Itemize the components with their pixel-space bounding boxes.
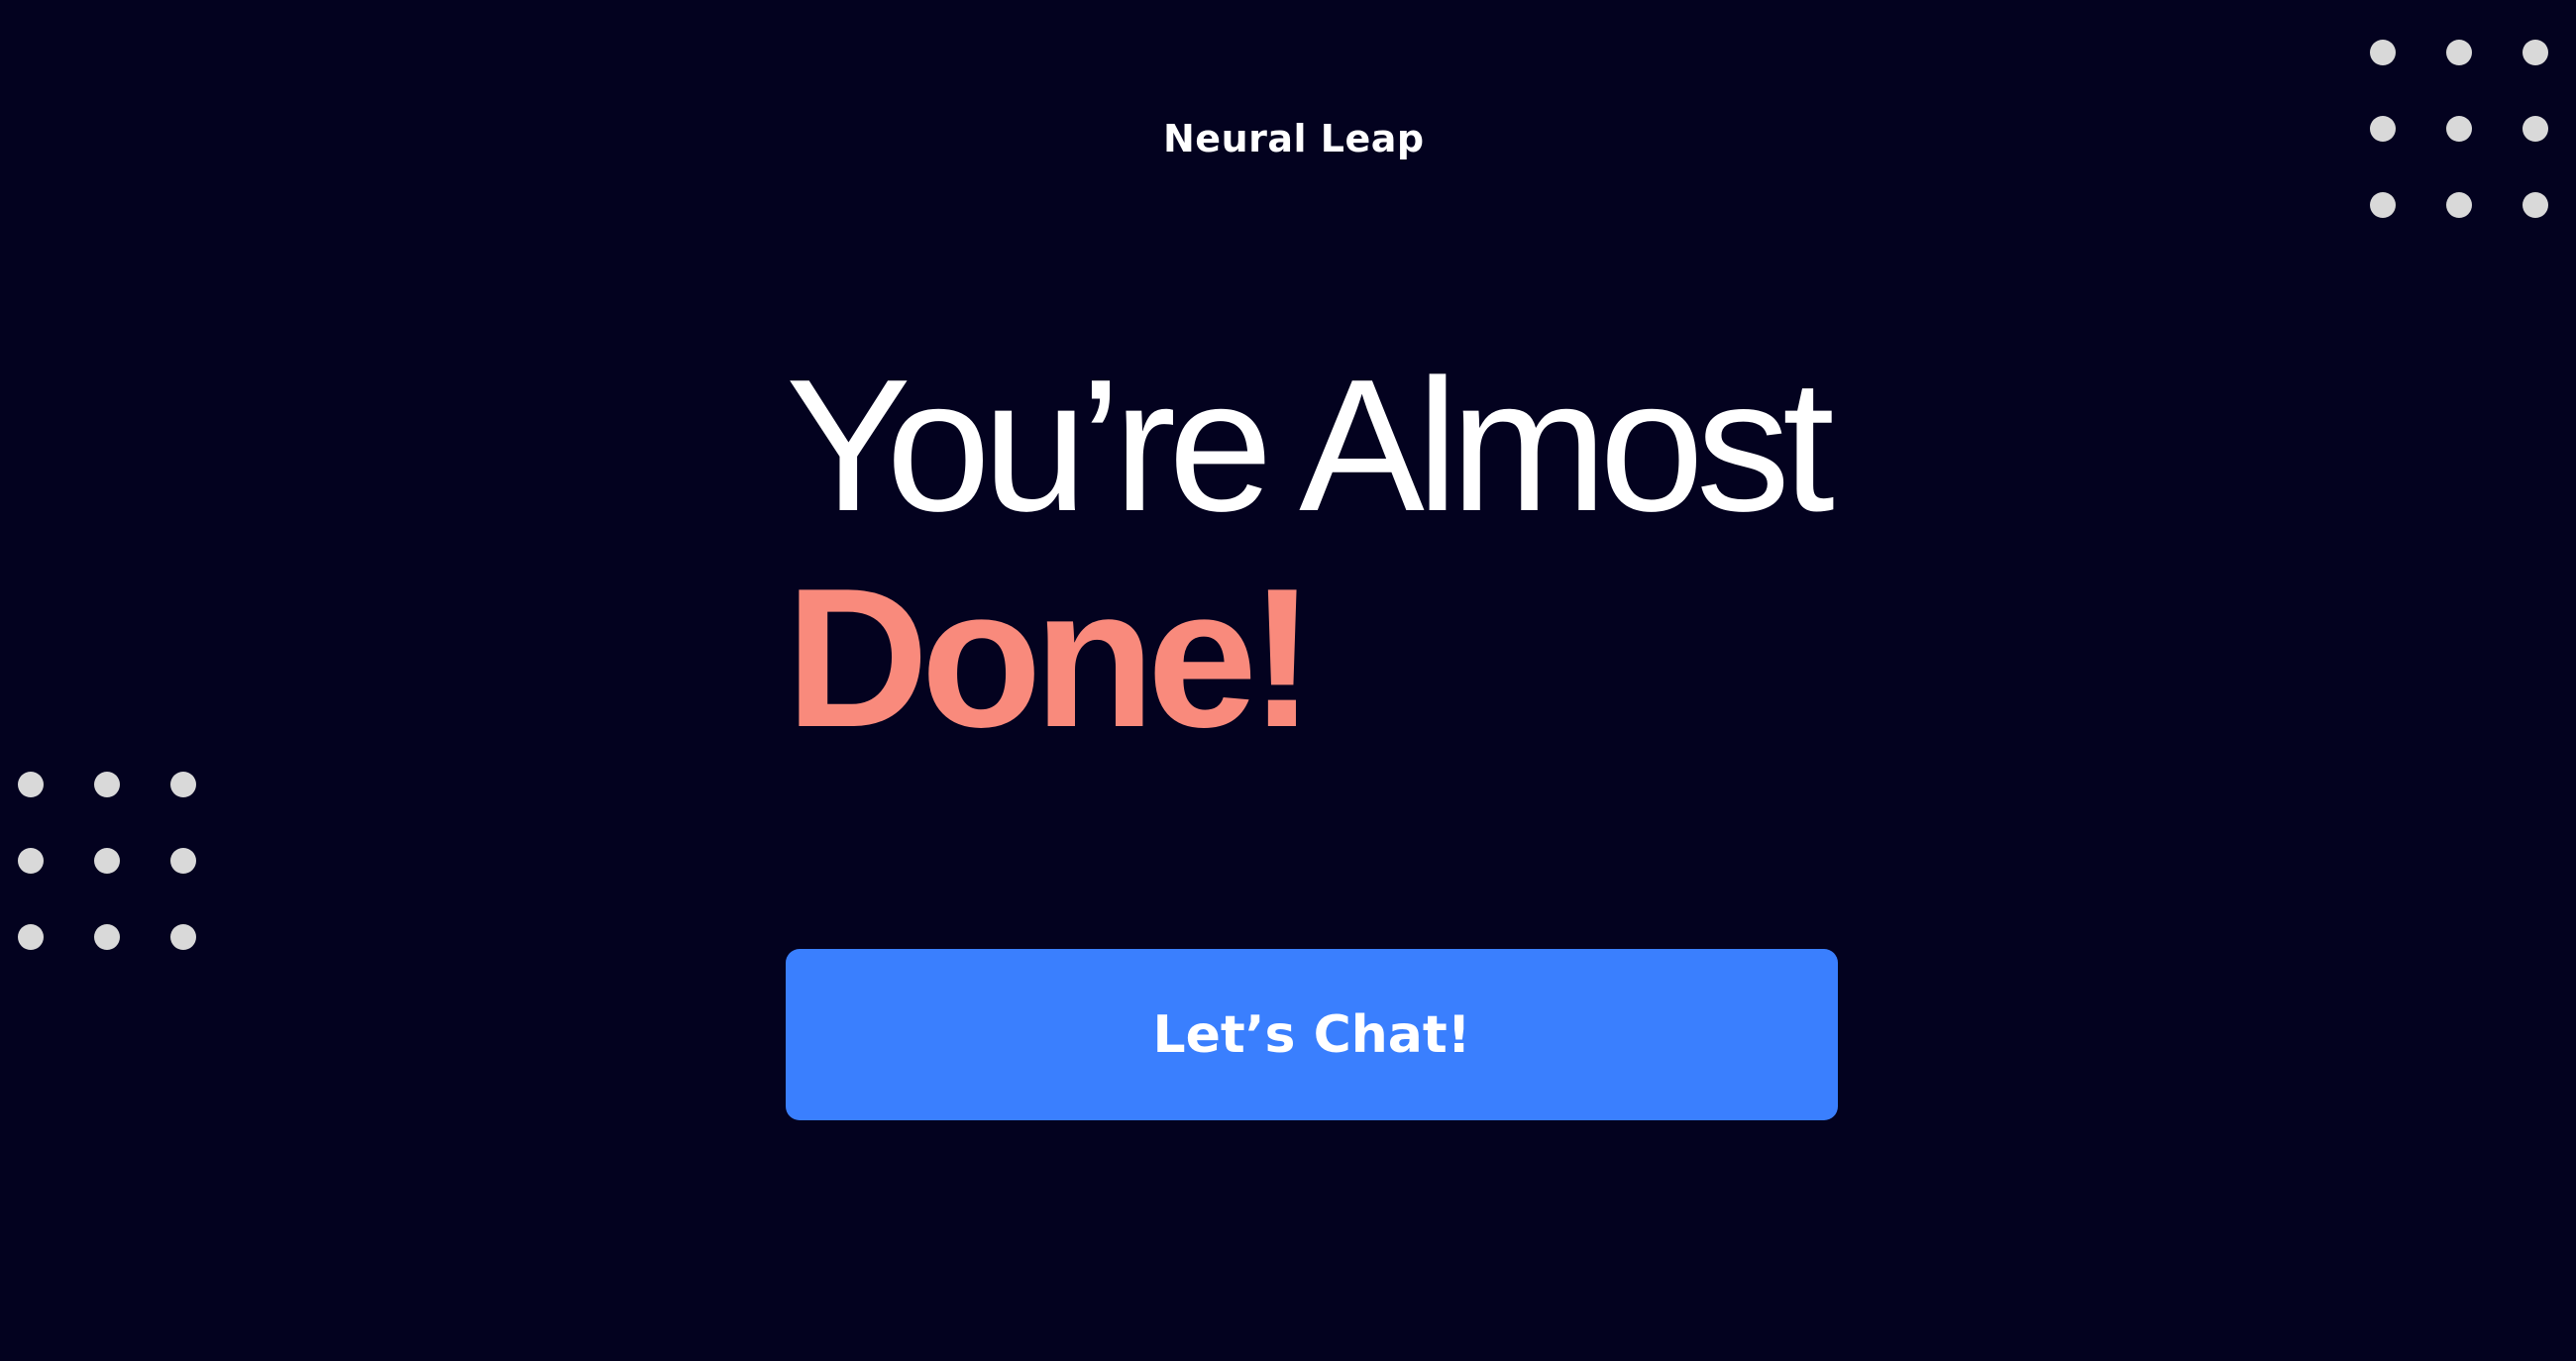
dot-icon <box>94 772 120 797</box>
headline-line-2-accent: Done! <box>786 548 1316 769</box>
dot-icon <box>2370 192 2396 218</box>
dot-icon <box>170 848 196 874</box>
headline-line-1: You’re Almost <box>786 341 1835 551</box>
dot-icon <box>2522 116 2548 142</box>
dot-icon <box>2446 40 2472 65</box>
dot-icon <box>2446 192 2472 218</box>
dot-grid-left-icon <box>18 772 196 950</box>
dot-icon <box>170 924 196 950</box>
brand-logo-text: Neural Leap <box>1163 117 1425 160</box>
dot-icon <box>2370 116 2396 142</box>
dot-icon <box>2370 40 2396 65</box>
dot-icon <box>18 772 44 797</box>
dot-icon <box>2446 116 2472 142</box>
dot-icon <box>18 924 44 950</box>
dot-icon <box>2522 192 2548 218</box>
dot-icon <box>94 848 120 874</box>
dot-icon <box>170 772 196 797</box>
dot-icon <box>94 924 120 950</box>
hero-heading: You’re Almost Done! <box>786 342 1876 768</box>
lets-chat-button[interactable]: Let’s Chat! <box>786 949 1838 1120</box>
dot-icon <box>2522 40 2548 65</box>
dot-icon <box>18 848 44 874</box>
dot-grid-top-right-icon <box>2370 40 2548 218</box>
